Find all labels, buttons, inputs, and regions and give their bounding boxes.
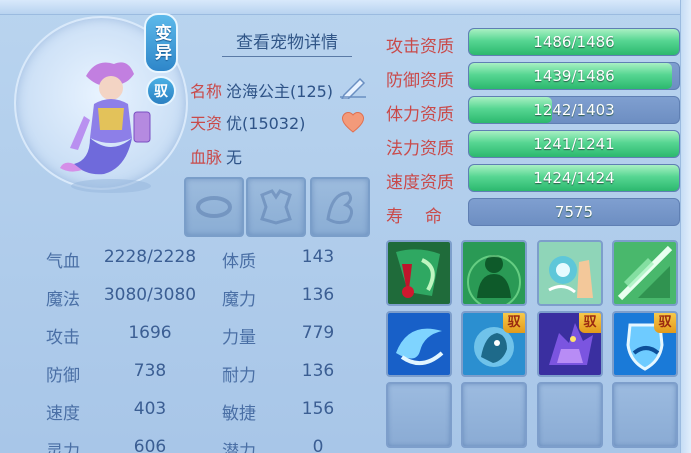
attribute-label: 体质 (222, 252, 256, 272)
stat-value: 1696 (128, 323, 172, 343)
skill-slot[interactable]: 驭 (537, 311, 603, 377)
life-label: 寿命 (386, 207, 464, 227)
stat-value: 3080/3080 (103, 285, 197, 305)
attribute-value: 0 (312, 437, 324, 453)
skill-slot-empty[interactable] (612, 382, 678, 448)
pet-aptitude-row: 天资 优(15032) (190, 110, 305, 134)
equip-slot-armor[interactable] (246, 177, 306, 237)
quality-label: 法力资质 (386, 139, 454, 159)
skill-slot[interactable]: 驭 (461, 311, 527, 377)
quality-value: 1241/1241 (533, 135, 615, 153)
attribute-label: 魔力 (222, 290, 256, 310)
variant-badge: 变异 (144, 13, 178, 73)
rename-pencil-icon[interactable] (338, 73, 370, 99)
skill-icon (614, 242, 676, 304)
quality-label: 体力资质 (386, 105, 454, 125)
quality-value: 1242/1403 (533, 101, 615, 119)
quality-label: 防御资质 (386, 71, 454, 91)
skill-icon (539, 242, 601, 304)
attribute-value: 156 (301, 399, 335, 419)
equip-slot-charm[interactable] (310, 177, 370, 237)
pet-bloodline-row: 血脉无 (190, 144, 242, 168)
quality-label: 速度资质 (386, 173, 454, 193)
skill-slot[interactable] (386, 311, 452, 377)
skill-slot[interactable]: 驭 (612, 311, 678, 377)
attribute-value: 136 (301, 361, 335, 381)
quality-bar: 1241/1241 (468, 130, 680, 158)
pet-bloodline-label: 血脉 (190, 148, 223, 167)
skill-slot[interactable] (537, 240, 603, 306)
pet-name-row: 名称 沧海公主(125) (190, 78, 333, 102)
skill-icon (388, 242, 450, 304)
quality-row: 速度资质 1424/1424 (386, 164, 686, 194)
charm-icon (326, 191, 353, 225)
attribute-value: 136 (301, 285, 335, 305)
skill-slot-empty[interactable] (386, 382, 452, 448)
stat-label: 魔法 (46, 290, 80, 310)
quality-bar: 1242/1403 (468, 96, 680, 124)
skill-slot-empty[interactable] (461, 382, 527, 448)
skill-tame-tag: 驭 (503, 313, 525, 333)
quality-value: 1486/1486 (533, 33, 615, 51)
quality-value: 1424/1424 (533, 169, 615, 187)
skill-slot[interactable] (461, 240, 527, 306)
life-value: 7575 (554, 203, 594, 221)
stat-label: 攻击 (46, 328, 80, 348)
pet-figure-image (60, 62, 151, 193)
pet-name-value: 沧海公主(125) (226, 82, 334, 101)
pet-aptitude-value: 优(15032) (226, 114, 306, 133)
stat-value: 606 (133, 437, 167, 453)
skill-icon (463, 242, 525, 304)
pet-name-label: 名称 (190, 82, 223, 101)
quality-row: 法力资质 1241/1241 (386, 130, 686, 160)
pet-bloodline-value: 无 (226, 148, 243, 167)
armor-icon (260, 189, 292, 225)
collar-icon (196, 196, 232, 218)
stat-value: 403 (133, 399, 167, 419)
skill-tame-tag: 驭 (654, 313, 676, 333)
attribute-label: 力量 (222, 328, 256, 348)
skill-icon (388, 313, 450, 375)
attribute-value: 143 (301, 247, 335, 267)
pet-detail-panel: 变异 驭 查看宠物详情 名称 沧海公主(125) 天资 优(15032) 血脉无 气… (0, 0, 691, 453)
quality-bar: 1486/1486 (468, 28, 680, 56)
life-bar: 7575 (468, 198, 680, 226)
quality-row: 防御资质 1439/1486 (386, 62, 686, 92)
stat-label: 灵力 (46, 442, 80, 453)
attribute-value: 779 (301, 323, 335, 343)
stat-label: 防御 (46, 366, 80, 386)
view-pet-details-link[interactable]: 查看宠物详情 (222, 28, 352, 57)
quality-label: 攻击资质 (386, 37, 454, 57)
panel-top-border (0, 0, 691, 15)
stat-value: 738 (133, 361, 167, 381)
heart-icon[interactable] (340, 110, 366, 134)
pet-aptitude-label: 天资 (190, 114, 223, 133)
stat-label: 速度 (46, 404, 80, 424)
skill-slot[interactable] (386, 240, 452, 306)
skill-tame-tag: 驭 (579, 313, 601, 333)
quality-row: 体力资质 1242/1403 (386, 96, 686, 126)
quality-bar: 1424/1424 (468, 164, 680, 192)
quality-value: 1439/1486 (533, 67, 615, 85)
equip-slot-collar[interactable] (184, 177, 244, 237)
skill-slot[interactable] (612, 240, 678, 306)
quality-bar: 1439/1486 (468, 62, 680, 90)
stat-value: 2228/2228 (103, 247, 197, 267)
tame-badge: 驭 (146, 76, 176, 106)
quality-row: 攻击资质 1486/1486 (386, 28, 686, 58)
attribute-label: 潜力 (222, 442, 256, 453)
attribute-label: 耐力 (222, 366, 256, 386)
attribute-label: 敏捷 (222, 404, 256, 424)
skill-slot-empty[interactable] (537, 382, 603, 448)
stat-label: 气血 (46, 252, 80, 272)
